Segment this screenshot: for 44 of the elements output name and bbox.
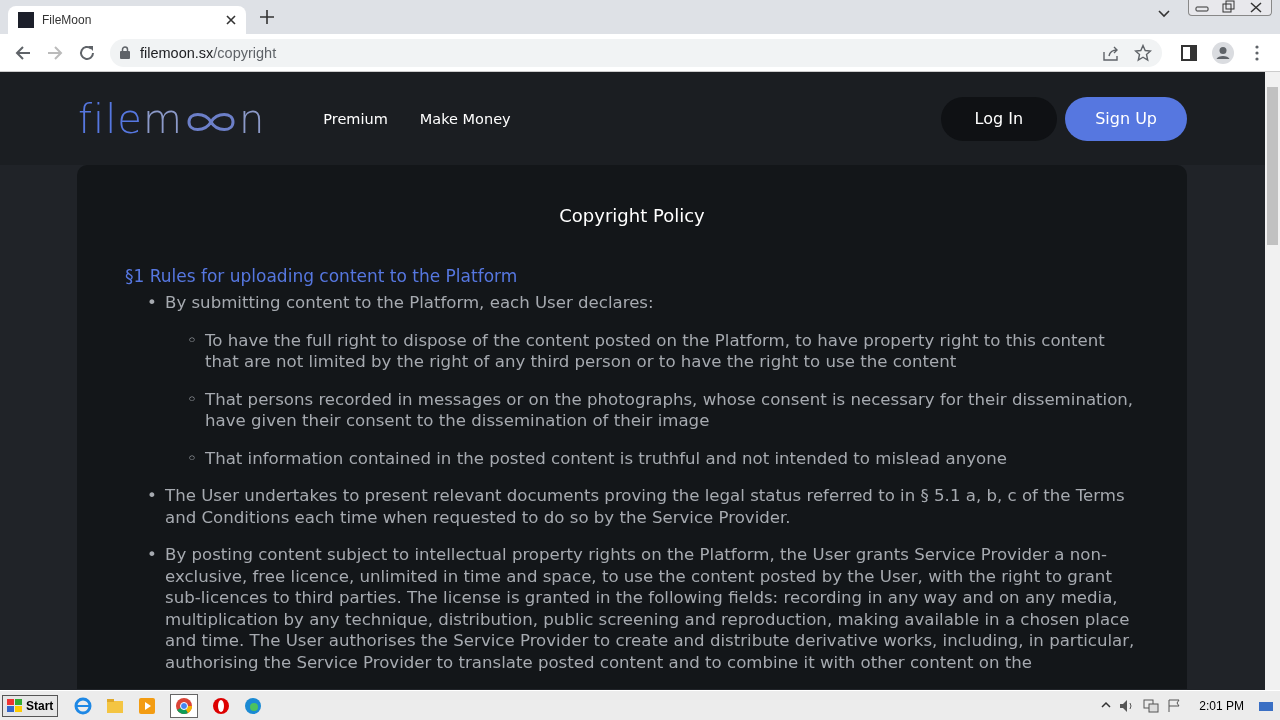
windows-logo-icon	[7, 698, 23, 713]
chrome-icon[interactable]	[170, 693, 199, 718]
chevron-down-icon[interactable]	[1158, 10, 1170, 18]
lock-icon	[120, 46, 130, 59]
bullet-marker: •	[147, 544, 158, 566]
policy-paragraph: By submitting content to the Platform, each User declares:	[165, 292, 655, 314]
flag-icon[interactable]	[1167, 698, 1182, 713]
policy-paragraph: By posting content subject to intellectual property rights on the Platform, the User grants Service Provider a non-exclusive, free licence, unlimited in time and space, to use the content posted by the User, with the right to grant sub-licences to third parties. The license is granted in the following fields: recording in any way and on any media, multiplication by any technique, distribution, public screening and reproduction, making available in a chosen place and time. The User authorises the Service Provider to create and distribute derivative works, including, in particular, authorising the Service Provider to translate posted content and to combine it with other content on the	[165, 544, 1136, 673]
new-tab-icon[interactable]	[260, 10, 274, 24]
filemoon-logo[interactable]: filem n	[78, 95, 266, 142]
reload-icon[interactable]	[78, 43, 96, 62]
start-button[interactable]: Start	[2, 694, 59, 717]
browser-tab[interactable]: FileMoon	[8, 6, 246, 34]
bullet-marker: ◦	[187, 388, 198, 411]
star-icon[interactable]	[1134, 43, 1152, 62]
url-text: filemoon.sx	[140, 44, 214, 61]
edge-icon[interactable]	[244, 696, 263, 715]
sign-up-button[interactable]: Sign Up	[1065, 96, 1187, 141]
policy-paragraph: To have the full right to dispose of the content posted on the Platform, to have property right to this content that are not limited by the right of any third person or to have the right to use the content	[205, 329, 1106, 373]
clock-time[interactable]: 2:01 PM	[1199, 698, 1244, 713]
tab-title: FileMoon	[42, 13, 93, 27]
bullet-marker: •	[147, 292, 158, 314]
url-text: /copyright	[213, 44, 277, 61]
bullet-marker: ◦	[187, 329, 198, 352]
profile-icon[interactable]	[1212, 41, 1234, 64]
network-icon[interactable]	[1143, 698, 1160, 713]
bullet-marker: •	[147, 485, 158, 507]
scrollbar[interactable]	[1265, 72, 1280, 690]
policy-paragraph: That persons recorded in messages or on the photographs, whose consent is necessary for their dissemination, have given their consent to the dissemination of their image	[205, 388, 1135, 432]
side-panel-icon[interactable]	[1180, 43, 1198, 62]
policy-paragraph: The User undertakes to present relevant documents proving the legal status referred to in § 5.1 a, b, c of the Terms and Conditions each time when requested to do so by the Service Provider.	[165, 485, 1126, 528]
policy-paragraph: That information contained in the posted content is truthful and not intended to mislead anyone	[205, 447, 1008, 469]
site-favicon-icon	[18, 12, 34, 28]
nav-link[interactable]: Make Money	[419, 110, 511, 127]
page-title: Copyright Policy	[558, 205, 706, 226]
bullet-marker: ◦	[187, 447, 198, 469]
internet-explorer-icon[interactable]	[74, 696, 93, 715]
section-heading: §1 Rules for uploading content to the Platform	[125, 266, 519, 286]
nav-link[interactable]: Premium	[323, 110, 388, 127]
log-in-button[interactable]: Log In	[940, 96, 1058, 141]
opera-icon[interactable]	[212, 696, 231, 715]
close-icon[interactable]	[226, 15, 236, 25]
back-arrow-icon[interactable]	[14, 43, 32, 62]
address-bar[interactable]: filemoon.sx/copyright	[110, 38, 1162, 67]
